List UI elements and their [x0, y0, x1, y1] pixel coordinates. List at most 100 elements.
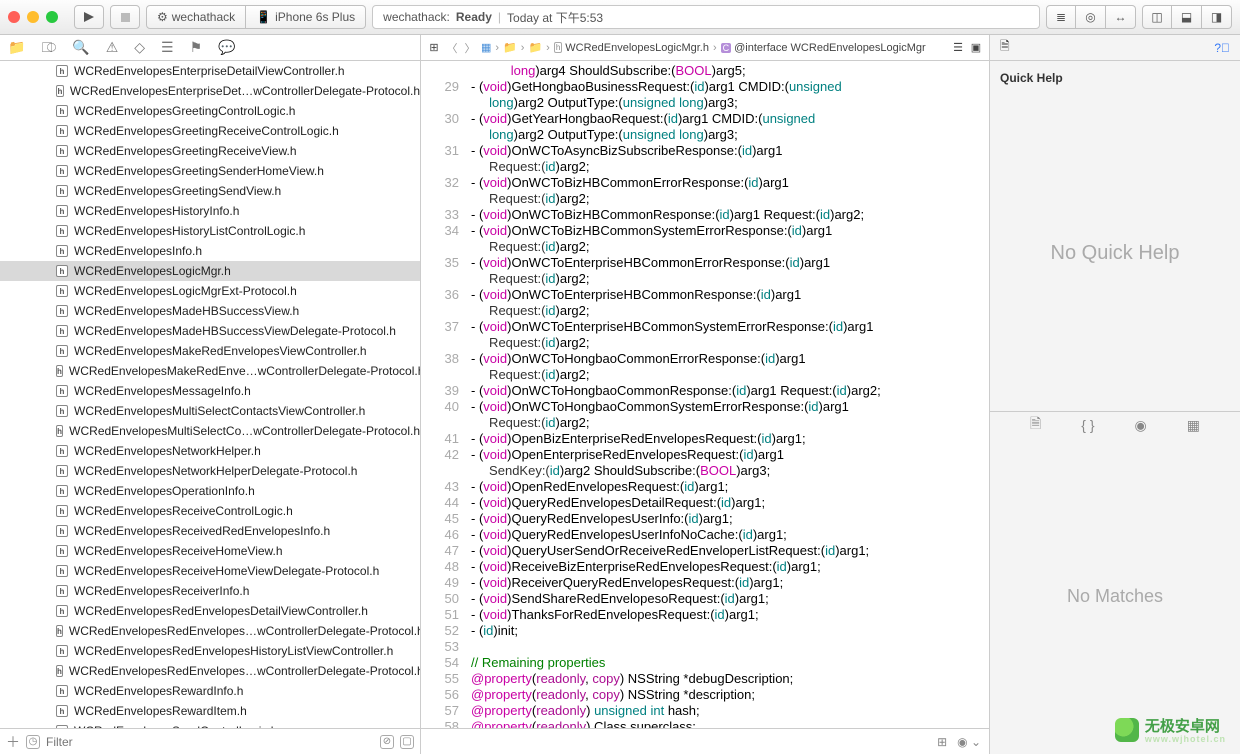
toolbar: ⚙︎wechathack 📱iPhone 6s Plus wechathack:… — [0, 0, 1240, 35]
file-row[interactable]: hWCRedEnvelopesGreetingSenderHomeView.h — [0, 161, 420, 181]
header-file-icon: h — [56, 105, 68, 117]
debug-navigator-tab[interactable]: ☰ — [161, 39, 174, 56]
file-row[interactable]: hWCRedEnvelopesEnterpriseDet…wController… — [0, 81, 420, 101]
jump-bar[interactable]: ⊞ 〈 〉 ▦ › 📁 › 📁 › h WCRedEnvelopesLogicM… — [421, 35, 989, 61]
file-inspector-tab[interactable]: 🗎 — [1000, 37, 1010, 58]
file-row[interactable]: hWCRedEnvelopesGreetingSendView.h — [0, 181, 420, 201]
file-row[interactable]: hWCRedEnvelopesOperationInfo.h — [0, 481, 420, 501]
file-row[interactable]: hWCRedEnvelopesNetworkHelperDelegate-Pro… — [0, 461, 420, 481]
library-objects-tab[interactable]: ◉ — [1135, 417, 1147, 434]
issues-icon[interactable]: ◉ ⌄ — [957, 735, 981, 749]
file-row[interactable]: hWCRedEnvelopesRedEnvelopesDetailViewCon… — [0, 601, 420, 621]
filter-recent-button[interactable]: ◷ — [26, 735, 40, 749]
file-name-label: WCRedEnvelopesGreetingReceiveView.h — [74, 144, 297, 158]
file-name-label: WCRedEnvelopesOperationInfo.h — [74, 484, 255, 498]
library-media-tab[interactable]: ▦ — [1187, 417, 1200, 434]
navigator-filter-bar: ＋ ◷ ⊘ ▢ — [0, 728, 420, 754]
library-file-templates-tab[interactable]: 🗎 — [1030, 413, 1041, 437]
file-row[interactable]: hWCRedEnvelopesMultiSelectCo…wController… — [0, 421, 420, 441]
forward-button[interactable]: 〉 — [463, 41, 477, 55]
file-row[interactable]: hWCRedEnvelopesRewardItem.h — [0, 701, 420, 721]
file-row[interactable]: hWCRedEnvelopesLogicMgr.h — [0, 261, 420, 281]
header-file-icon: h — [56, 625, 63, 637]
zoom-window-button[interactable] — [46, 11, 58, 23]
file-row[interactable]: hWCRedEnvelopesHistoryInfo.h — [0, 201, 420, 221]
test-navigator-tab[interactable]: ◇ — [134, 39, 145, 56]
standard-editor-button[interactable]: ≣ — [1046, 5, 1076, 29]
file-row[interactable]: hWCRedEnvelopesRedEnvelopes…wControllerD… — [0, 661, 420, 681]
file-row[interactable]: hWCRedEnvelopesMakeRedEnve…wControllerDe… — [0, 361, 420, 381]
file-row[interactable]: hWCRedEnvelopesGreetingReceiveControlLog… — [0, 121, 420, 141]
file-name-label: WCRedEnvelopesGreetingControlLogic.h — [74, 104, 295, 118]
breakpoint-navigator-tab[interactable]: ⚑ — [190, 39, 203, 56]
header-file-icon: h — [56, 145, 68, 157]
file-row[interactable]: hWCRedEnvelopesEnterpriseDetailViewContr… — [0, 61, 420, 81]
back-button[interactable]: 〈 — [445, 41, 459, 55]
file-row[interactable]: hWCRedEnvelopesMultiSelectContactsViewCo… — [0, 401, 420, 421]
breadcrumb-project[interactable]: ▦ — [481, 41, 491, 54]
file-list[interactable]: hWCRedEnvelopesEnterpriseDetailViewContr… — [0, 61, 420, 728]
file-name-label: WCRedEnvelopesHistoryInfo.h — [74, 204, 239, 218]
filter-input[interactable] — [46, 735, 374, 749]
scheme-selector[interactable]: ⚙︎wechathack — [146, 5, 246, 29]
file-row[interactable]: hWCRedEnvelopesLogicMgrExt-Protocol.h — [0, 281, 420, 301]
minimize-window-button[interactable] — [27, 11, 39, 23]
header-file-icon: h — [56, 265, 68, 277]
code-editor[interactable]: 2930313233343536373839404142434445464748… — [421, 61, 989, 728]
quick-help-tab[interactable]: ?⃝ — [1214, 41, 1230, 55]
file-row[interactable]: hWCRedEnvelopesReceiveControlLogic.h — [0, 501, 420, 521]
add-button[interactable]: ＋ — [6, 732, 20, 752]
file-row[interactable]: hWCRedEnvelopesRedEnvelopesHistoryListVi… — [0, 641, 420, 661]
file-row[interactable]: hWCRedEnvelopesRedEnvelopes…wControllerD… — [0, 621, 420, 641]
file-row[interactable]: h WCRedEnvelopesGreetingControlLogic.h — [0, 101, 420, 121]
report-navigator-tab[interactable]: 💬 — [218, 39, 235, 56]
breadcrumb-folder2[interactable]: 📁 — [528, 41, 542, 54]
file-row[interactable]: hWCRedEnvelopesMadeHBSuccessView.h — [0, 301, 420, 321]
toggle-navigator-button[interactable]: ◫ — [1142, 5, 1172, 29]
file-row[interactable]: hWCRedEnvelopesReceiverInfo.h — [0, 581, 420, 601]
version-editor-button[interactable]: ↔ — [1106, 5, 1136, 29]
project-navigator-tab[interactable]: 📁 — [8, 39, 25, 56]
symbol-navigator-tab[interactable]: ⎄ — [41, 39, 56, 56]
filter-scm-button[interactable]: ⊘ — [380, 735, 394, 749]
file-row[interactable]: hWCRedEnvelopesNetworkHelper.h — [0, 441, 420, 461]
toggle-inspector-button[interactable]: ◨ — [1202, 5, 1232, 29]
header-file-icon: h — [56, 665, 63, 677]
file-row[interactable]: h WCRedEnvelopesGreetingReceiveView.h — [0, 141, 420, 161]
file-row[interactable]: hWCRedEnvelopesRewardInfo.h — [0, 681, 420, 701]
header-file-icon: h — [56, 705, 68, 717]
grid-icon[interactable]: ⊞ — [937, 735, 947, 749]
breadcrumb-file[interactable]: h WCRedEnvelopesLogicMgr.h — [554, 42, 709, 54]
header-file-icon: h — [56, 325, 68, 337]
breadcrumb-folder1[interactable]: 📁 — [503, 41, 517, 54]
file-row[interactable]: hWCRedEnvelopesInfo.h — [0, 241, 420, 261]
destination-selector[interactable]: 📱iPhone 6s Plus — [246, 5, 366, 29]
related-items-icon[interactable]: ⊞ — [427, 41, 441, 55]
header-file-icon: h — [56, 385, 68, 397]
close-window-button[interactable] — [8, 11, 20, 23]
assistant-editor-button[interactable]: ◎ — [1076, 5, 1106, 29]
breadcrumb-symbol[interactable]: C @interface WCRedEnvelopesLogicMgr — [721, 42, 926, 54]
header-file-icon: h — [56, 85, 64, 97]
file-row[interactable]: hWCRedEnvelopesHistoryListControlLogic.h — [0, 221, 420, 241]
file-row[interactable]: hWCRedEnvelopesMadeHBSuccessViewDelegate… — [0, 321, 420, 341]
file-row[interactable]: hWCRedEnvelopesMakeRedEnvelopesViewContr… — [0, 341, 420, 361]
toggle-debug-button[interactable]: ⬓ — [1172, 5, 1202, 29]
issue-navigator-tab[interactable]: ⚠︎ — [106, 39, 119, 56]
file-name-label: WCRedEnvelopesMessageInfo.h — [74, 384, 251, 398]
file-row[interactable]: h WCRedEnvelopesMessageInfo.h — [0, 381, 420, 401]
stop-button[interactable] — [110, 5, 140, 29]
file-row[interactable]: hWCRedEnvelopesReceivedRedEnvelopesInfo.… — [0, 521, 420, 541]
find-navigator-tab[interactable]: 🔍 — [72, 39, 89, 56]
filter-scope-button[interactable]: ▢ — [400, 735, 414, 749]
counterparts-icon[interactable]: ▣ — [969, 41, 983, 55]
document-items-icon[interactable]: ☰ — [951, 41, 965, 55]
file-row[interactable]: hWCRedEnvelopesReceiveHomeViewDelegate-P… — [0, 561, 420, 581]
file-name-label: WCRedEnvelopesGreetingReceiveControlLogi… — [74, 124, 339, 138]
file-row[interactable]: hWCRedEnvelopesReceiveHomeView.h — [0, 541, 420, 561]
run-button[interactable] — [74, 5, 104, 29]
file-name-label: WCRedEnvelopesGreetingSenderHomeView.h — [74, 164, 324, 178]
file-row[interactable]: hWCRedEnvelopesSendControlLogic.h — [0, 721, 420, 728]
header-file-icon: h — [56, 565, 68, 577]
library-code-snippets-tab[interactable]: { } — [1081, 417, 1094, 433]
